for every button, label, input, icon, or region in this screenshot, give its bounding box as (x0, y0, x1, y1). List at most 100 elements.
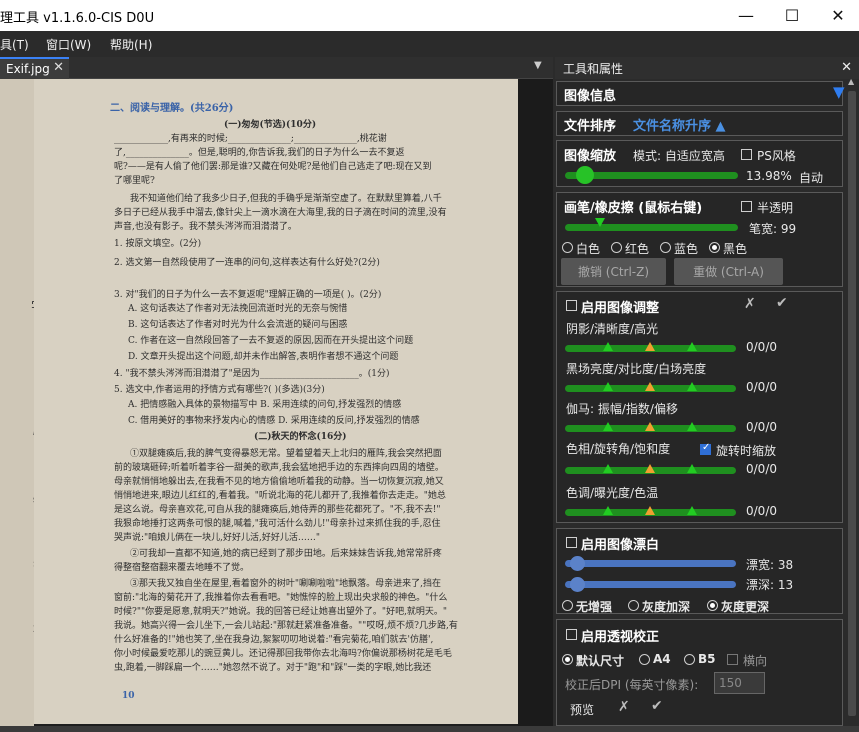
ps-style-checkbox[interactable] (741, 149, 752, 160)
panel-scrollbar[interactable]: ▲ (845, 77, 859, 726)
tab-dropdown-icon[interactable]: ▼ (534, 60, 542, 71)
tab-exif-jpg[interactable]: Exif.jpg ✕ (0, 57, 69, 79)
panel-close-icon[interactable]: ✕ (841, 60, 852, 75)
check-icon[interactable]: ✔ (651, 698, 663, 714)
expand-triangle-icon[interactable]: ▼ (833, 83, 845, 101)
adjust-row-label: 黑场亮度/对比度/白场亮度 (566, 362, 707, 376)
rotate-zoom-checkbox[interactable] (700, 442, 711, 455)
enable-adjust-checkbox[interactable] (566, 300, 577, 311)
preview-button[interactable]: 预览 (570, 701, 594, 718)
undo-button[interactable]: 撤销 (Ctrl-Z) (561, 258, 666, 285)
adjust-slider-thumb-left[interactable] (603, 342, 613, 351)
menu-window[interactable]: 窗口(W) (46, 36, 91, 53)
landscape-checkbox[interactable] (727, 654, 738, 665)
document-tab-strip: Exif.jpg ✕ ▼ (0, 57, 553, 79)
question-line: 3. 对"我们的日子为什么一去不复返呢"理解正确的一项是( )。(2分) (114, 290, 382, 300)
option-line: C. 作者在这一自然段回答了一去不复返的原因,因而在开头提出这个问题 (128, 336, 414, 346)
text-line: 时候?""你要是愿意,就明天?"她说。我的回答已经让她喜出望外了。"好吧,就明天… (114, 607, 448, 617)
whiten-depth-slider-track[interactable] (565, 581, 736, 588)
zoom-section: 图像缩放 模式: 自适应宽高 PS风格 13.98% 自动 (556, 140, 843, 187)
question-line: 2. 选文第一自然段使用了一连串的问句,这样表达有什么好处?(2分) (114, 258, 380, 268)
scrollbar-thumb[interactable] (848, 91, 856, 716)
text-line: 窗前:"北海的菊花开了,我推着你去看看吧。"她憔悴的脸上现出央求般的神色。"什么 (114, 593, 448, 603)
ps-style-label: PS风格 (757, 149, 796, 163)
close-button[interactable]: ✕ (815, 0, 859, 31)
scanned-page: 二、阅读与理解。(共26分) (一)匆匆(节选)(10分) __________… (34, 79, 518, 724)
cancel-icon[interactable]: ✗ (744, 296, 756, 312)
dpi-label: 校正后DPI (每英寸像素): (565, 678, 699, 692)
adjust-slider-thumb-right[interactable] (687, 464, 697, 473)
maximize-button[interactable]: ☐ (769, 0, 815, 31)
color-black-radio[interactable] (709, 242, 720, 253)
option-line: A. 这句话表达了作者对无法挽回流逝时光的无奈与惋惜 (128, 304, 348, 314)
size-a4-radio[interactable] (639, 654, 650, 665)
tab-close-icon[interactable]: ✕ (53, 60, 64, 75)
title-bar: 理工具 v1.1.6.0-CIS D0U — ☐ ✕ (0, 0, 859, 31)
color-black-label: 黑色 (723, 242, 748, 256)
menu-help[interactable]: 帮助(H) (110, 36, 152, 53)
file-sort-toggle[interactable]: 文件名称升序 ▲ (633, 115, 726, 134)
adjust-slider-thumb-mid[interactable] (645, 506, 655, 515)
option-line: C. 借用美好的事物来抒发内心的情感 D. 采用连续的反问,抒发强烈的情感 (128, 416, 420, 426)
text-line: 前的玻璃砸碎;听着听着李谷一甜美的歌声,我会猛地把手边的东西摔向四周的墙壁。 (114, 463, 444, 473)
file-sort-label: 文件排序 (564, 119, 617, 134)
adjust-slider-thumb-left[interactable] (603, 422, 613, 431)
adjust-slider-thumb-right[interactable] (687, 342, 697, 351)
question-line: 4. "我不禁头涔涔而泪潸潸了"是因为_____________________… (114, 369, 390, 379)
question-line: 1. 按原文填空。(2分) (114, 239, 202, 249)
mode-deeper-radio[interactable] (707, 600, 718, 611)
size-b5-radio[interactable] (684, 654, 695, 665)
whiten-width-slider-track[interactable] (565, 560, 736, 567)
option-line: B. 这句话表达了作者对时光为什么会流逝的疑问与困惑 (128, 320, 348, 330)
whiten-depth-slider-thumb[interactable] (570, 577, 586, 592)
adjust-row-value: 0/0/0 (746, 462, 777, 476)
color-red-radio[interactable] (611, 242, 622, 253)
adjust-slider-thumb-right[interactable] (687, 382, 697, 391)
perspective-section: 启用透视校正 默认尺寸 A4 B5 横向 校正后DPI (每英寸像素): 150… (556, 619, 843, 726)
adjust-slider-thumb-left[interactable] (603, 464, 613, 473)
enable-perspective-label: 启用透视校正 (581, 630, 660, 645)
option-line: D. 文章开头提出这个问题,却并未作出解答,表明作者想不通这个问题 (128, 352, 399, 362)
adjust-slider-thumb-right[interactable] (687, 422, 697, 431)
check-icon[interactable]: ✔ (776, 295, 788, 311)
adjust-slider-thumb-mid[interactable] (645, 422, 655, 431)
brush-label: 画笔/橡皮擦 (鼠标右键) (564, 201, 703, 216)
color-red-label: 红色 (625, 242, 650, 256)
size-default-radio[interactable] (562, 654, 573, 665)
color-blue-label: 蓝色 (674, 242, 699, 256)
text-line: 你小时候最爱吃那儿的豌豆黄儿。还记得那回我带你去北海吗?你偏说那杨树花是毛毛 (114, 649, 452, 659)
whiten-width-slider-thumb[interactable] (570, 556, 586, 571)
color-blue-radio[interactable] (660, 242, 671, 253)
enable-perspective-checkbox[interactable] (566, 629, 577, 640)
brush-width-slider-thumb[interactable] (594, 218, 605, 227)
scroll-up-icon[interactable]: ▲ (848, 77, 854, 86)
brush-width-label: 笔宽: 99 (749, 222, 797, 236)
adjust-slider-thumb-mid[interactable] (645, 382, 655, 391)
mode-deepen-radio[interactable] (628, 600, 639, 611)
adjust-slider-thumb-mid[interactable] (645, 464, 655, 473)
cancel-icon[interactable]: ✗ (618, 699, 630, 715)
adjust-slider-thumb-right[interactable] (687, 506, 697, 515)
menu-tools[interactable]: 具(T) (0, 36, 29, 53)
enable-whiten-checkbox[interactable] (566, 537, 577, 548)
image-info-section[interactable]: 图像信息 ▼ (556, 81, 845, 106)
adjust-slider-thumb-left[interactable] (603, 382, 613, 391)
dpi-input[interactable]: 150 (714, 672, 765, 694)
minimize-button[interactable]: — (723, 0, 769, 31)
translucent-checkbox[interactable] (741, 201, 752, 212)
adjust-slider-thumb-left[interactable] (603, 506, 613, 515)
image-info-header[interactable]: 图像信息 (564, 85, 616, 104)
zoom-slider-thumb[interactable] (576, 166, 595, 184)
mode-none-radio[interactable] (562, 600, 573, 611)
passage-title: (一)匆匆(节选)(10分) (224, 120, 317, 130)
zoom-auto-label[interactable]: 自动 (799, 169, 823, 186)
color-white-radio[interactable] (562, 242, 573, 253)
brush-width-slider-track[interactable] (565, 224, 738, 231)
document-right-margin (518, 79, 553, 726)
status-bar (0, 726, 859, 732)
mode-none-label: 无增强 (576, 600, 613, 614)
adjust-slider-thumb-mid[interactable] (645, 342, 655, 351)
document-view[interactable]: 字 情 物 答 题 二、阅读与理解。(共26分) (一)匆匆(节选)(10分) … (0, 79, 553, 726)
whiten-width-label: 漂宽: 38 (746, 558, 794, 572)
redo-button[interactable]: 重做 (Ctrl-A) (674, 258, 783, 285)
